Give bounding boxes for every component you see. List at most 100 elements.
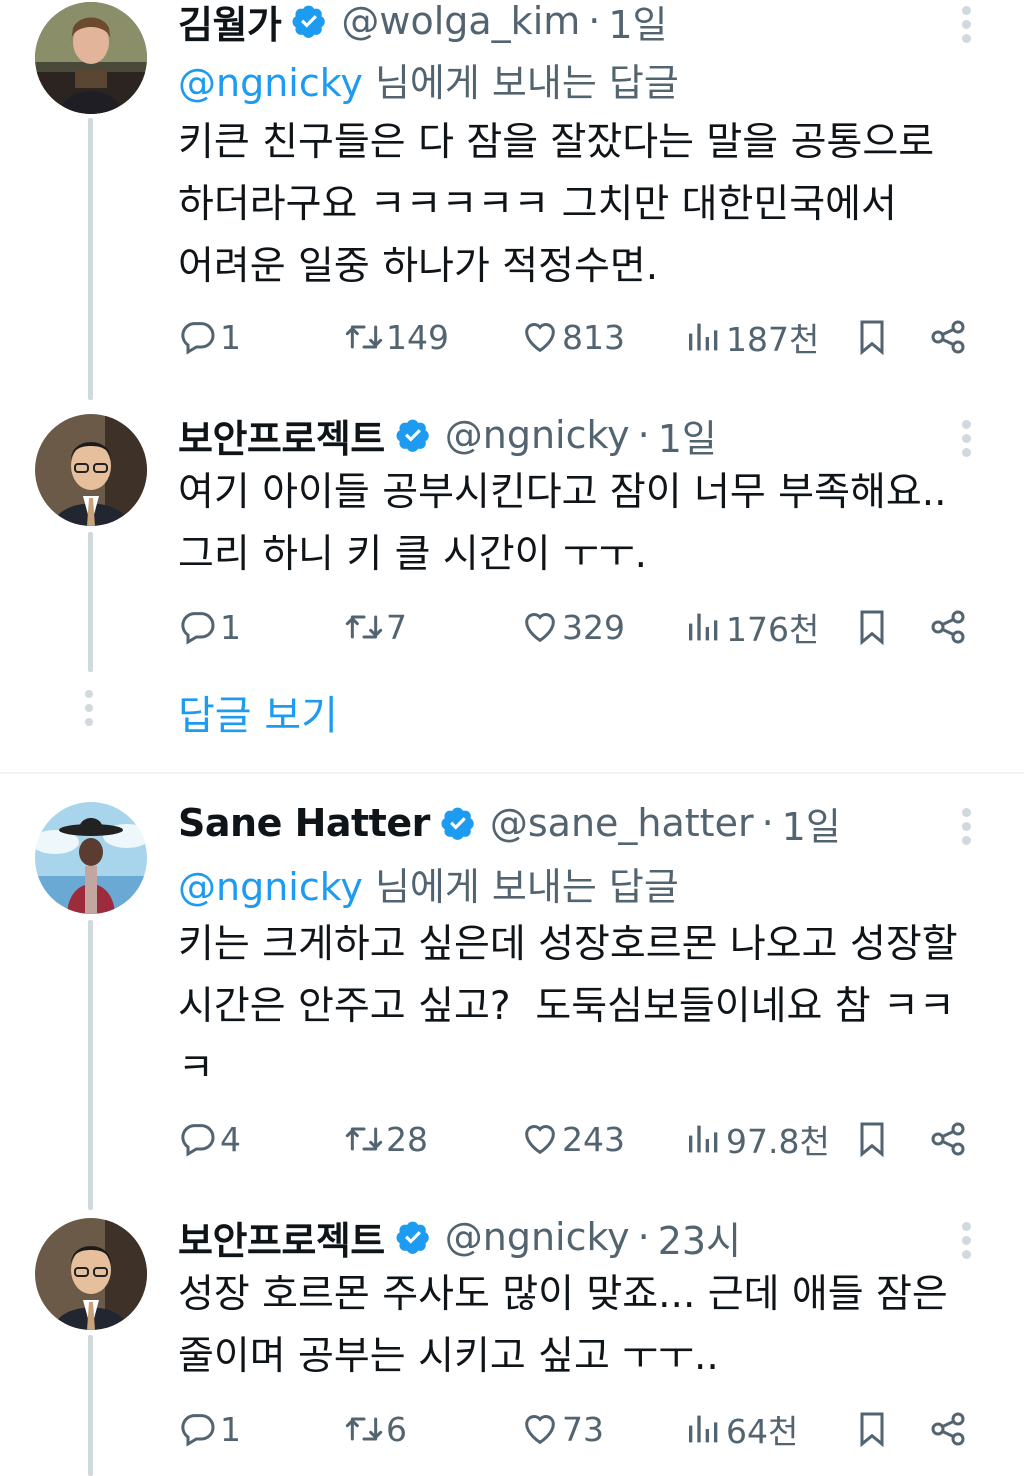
views-button[interactable]: 64천 (684, 1404, 798, 1454)
views-button[interactable]: 97.8천 (684, 1114, 830, 1164)
avatar[interactable] (35, 2, 147, 114)
bookmark-button[interactable] (852, 1404, 894, 1454)
author-name[interactable]: 보안프로젝트 (178, 408, 385, 463)
tweet-header: 보안프로젝트 @ngnicky · 1일 (178, 408, 717, 463)
reply-suffix: 님에게 보내는 답글 (362, 61, 679, 105)
separator-dot: · (588, 0, 601, 43)
verified-badge-icon (395, 417, 431, 453)
author-name[interactable]: Sane Hatter (178, 801, 430, 845)
timestamp[interactable]: 1일 (608, 0, 667, 49)
separator-dot: · (637, 1215, 650, 1259)
retweet-icon (344, 317, 384, 357)
timestamp[interactable]: 1일 (658, 408, 717, 463)
like-icon (520, 1409, 560, 1449)
verified-badge-icon (395, 1219, 431, 1255)
more-icon[interactable] (962, 808, 972, 848)
share-button[interactable] (928, 1114, 970, 1164)
views-icon (684, 1119, 724, 1159)
separator-dot: · (637, 413, 650, 457)
reply-icon (178, 1409, 218, 1449)
views-button[interactable]: 176천 (684, 602, 819, 652)
reply-mention[interactable]: @ngnicky (178, 865, 363, 909)
reply-button[interactable]: 1 (178, 1404, 241, 1454)
more-icon[interactable] (962, 1222, 972, 1262)
retweet-button[interactable]: 149 (344, 312, 449, 362)
reply-button[interactable]: 1 (178, 602, 241, 652)
bookmark-icon (852, 1119, 892, 1159)
more-icon[interactable] (962, 6, 972, 46)
timestamp[interactable]: 1일 (782, 796, 841, 851)
action-bar: 1 149 813 187천 (178, 312, 978, 362)
separator-dot: · (761, 801, 774, 845)
like-button[interactable]: 813 (520, 312, 625, 362)
like-count: 73 (562, 1409, 604, 1449)
views-icon (684, 317, 724, 357)
retweet-icon (344, 1119, 384, 1159)
share-icon (928, 607, 968, 647)
views-count: 176천 (726, 610, 820, 649)
retweet-button[interactable]: 6 (344, 1404, 407, 1454)
share-button[interactable] (928, 312, 970, 362)
like-count: 329 (562, 607, 625, 647)
bookmark-button[interactable] (852, 1114, 894, 1164)
like-icon (520, 607, 560, 647)
like-button[interactable]: 73 (520, 1404, 604, 1454)
reply-icon (178, 607, 218, 647)
tweet-header: Sane Hatter @sane_hatter · 1일 (178, 796, 841, 851)
author-name[interactable]: 김월가 (178, 0, 282, 49)
thread-line (88, 118, 93, 400)
reply-count: 1 (220, 607, 241, 647)
show-replies-link[interactable]: 답글 보기 (178, 683, 338, 741)
author-handle[interactable]: @ngnicky (445, 1215, 630, 1259)
share-button[interactable] (928, 602, 970, 652)
views-count: 187천 (726, 320, 820, 359)
bookmark-button[interactable] (852, 312, 894, 362)
reply-suffix: 님에게 보내는 답글 (362, 865, 679, 909)
reply-button[interactable]: 4 (178, 1114, 241, 1164)
retweet-icon (344, 607, 384, 647)
views-count: 64천 (726, 1412, 799, 1451)
action-bar: 4 28 243 97.8천 (178, 1114, 978, 1164)
views-button[interactable]: 187천 (684, 312, 819, 362)
share-icon (928, 1409, 968, 1449)
avatar[interactable] (35, 1218, 147, 1330)
tweet-header: 보안프로젝트 @ngnicky · 23시 (178, 1210, 741, 1265)
like-button[interactable]: 243 (520, 1114, 625, 1164)
tweet-header: 김월가 @wolga_kim · 1일 (178, 0, 668, 49)
reply-icon (178, 317, 218, 357)
thread-line (88, 532, 93, 672)
like-count: 813 (562, 317, 625, 357)
bookmark-icon (852, 1409, 892, 1449)
timestamp[interactable]: 23시 (658, 1210, 741, 1265)
retweet-button[interactable]: 7 (344, 602, 407, 652)
author-handle[interactable]: @wolga_kim (341, 0, 580, 43)
replying-to: @ngnicky 님에게 보내는 답글 (178, 52, 679, 107)
reply-mention[interactable]: @ngnicky (178, 61, 363, 105)
more-icon[interactable] (962, 420, 972, 460)
reply-count: 1 (220, 317, 241, 357)
replying-to: @ngnicky 님에게 보내는 답글 (178, 856, 679, 911)
divider (0, 772, 1024, 774)
like-button[interactable]: 329 (520, 602, 625, 652)
author-handle[interactable]: @ngnicky (445, 413, 630, 457)
reply-button[interactable]: 1 (178, 312, 241, 362)
retweet-count: 6 (386, 1409, 407, 1449)
tweet-text: 키는 크게하고 싶은데 성장호르몬 나오고 성장할 시간은 안주고 싶고? 도둑… (178, 922, 958, 1091)
thread-line (88, 1335, 93, 1476)
reply-count: 4 (220, 1119, 241, 1159)
author-name[interactable]: 보안프로젝트 (178, 1210, 385, 1265)
tweet-text: 성장 호르몬 주사도 많이 맞죠... 근데 애들 잠은 줄이며 공부는 시키고… (178, 1272, 948, 1379)
avatar[interactable] (35, 802, 147, 914)
share-button[interactable] (928, 1404, 970, 1454)
bookmark-icon (852, 607, 892, 647)
avatar[interactable] (35, 414, 147, 526)
thread-line (88, 920, 93, 1210)
verified-badge-icon (291, 3, 327, 39)
retweet-button[interactable]: 28 (344, 1114, 428, 1164)
bookmark-button[interactable] (852, 602, 894, 652)
author-handle[interactable]: @sane_hatter (490, 801, 754, 845)
like-count: 243 (562, 1119, 625, 1159)
tweet-text: 키큰 친구들은 다 잠을 잘잤다는 말을 공통으로 하더라구요 ㅋㅋㅋㅋㅋ 그치… (178, 120, 935, 289)
views-icon (684, 1409, 724, 1449)
action-bar: 1 6 73 64천 (178, 1404, 978, 1454)
